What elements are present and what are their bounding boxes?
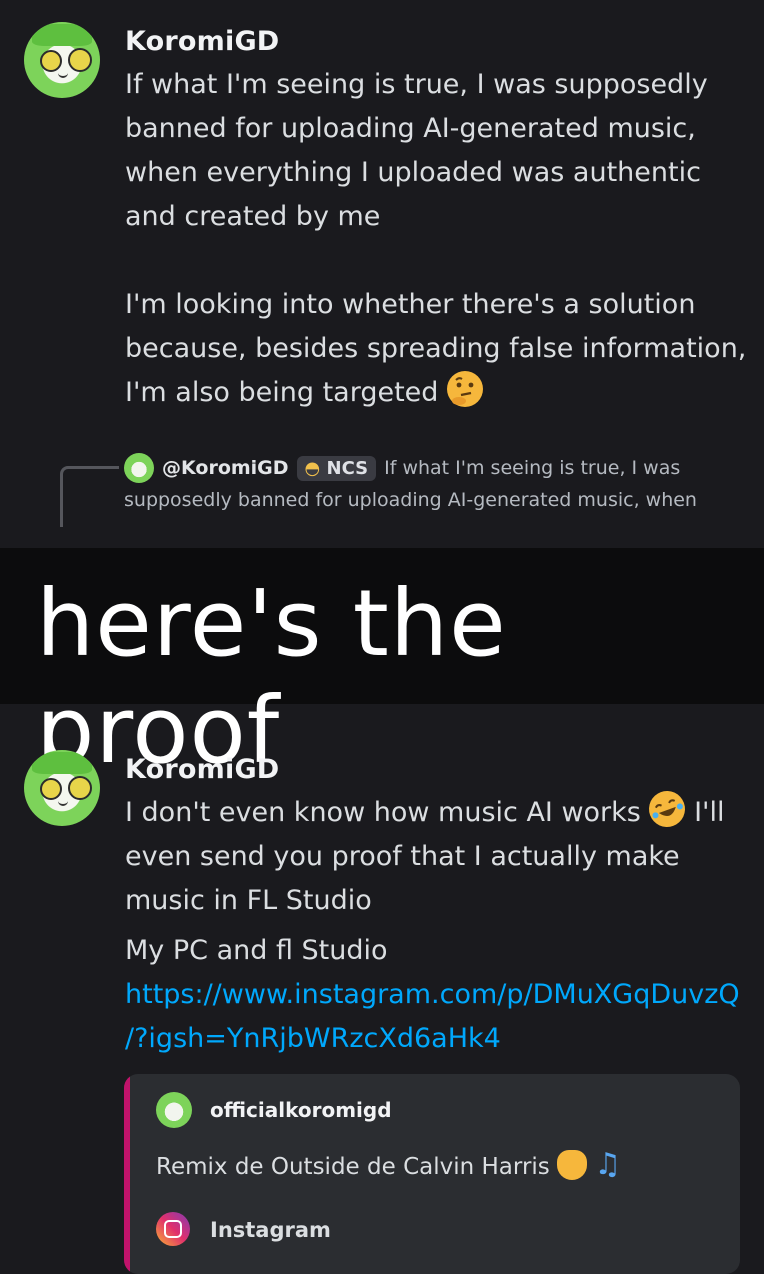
message-line: when everything I uploaded was authentic (125, 157, 701, 188)
message-line: even send you proof that I actually make (125, 841, 680, 872)
message-line: My PC and fl Studio (125, 935, 388, 966)
guild-tag-label: NCS (326, 457, 369, 479)
instagram-link[interactable]: https://www.instagram.com/p/DMuXGqDuvzQ (125, 973, 755, 1017)
embed-description: Remix de Outside de Calvin Harris ♫ (156, 1148, 621, 1184)
music-note-icon: ♫ (594, 1147, 622, 1182)
message-line: I'm looking into whether there's a solut… (125, 289, 696, 320)
embed-accent-bar (124, 1074, 130, 1274)
avatar[interactable] (24, 750, 100, 826)
reply-snippet-continued[interactable]: supposedly banned for uploading AI-gener… (124, 484, 754, 516)
message-username[interactable]: KoromiGD (125, 26, 279, 57)
message-line: If what I'm seeing is true, I was suppos… (125, 69, 708, 100)
cat-icon: ◓ (304, 457, 321, 479)
message-line-text: I'll (694, 797, 725, 828)
caption-text: here's the proof (36, 570, 507, 784)
reply-avatar[interactable] (124, 453, 154, 483)
message-line-text: I'm also being targeted (125, 377, 439, 408)
reply-snippet[interactable]: If what I'm seeing is true, I was (384, 452, 680, 484)
rolling-on-floor-laughing-icon (644, 785, 691, 833)
thinking-face-icon (447, 371, 484, 407)
embed-author-avatar[interactable] (156, 1092, 192, 1128)
message-line: and created by me (125, 201, 381, 232)
guild-tag-badge[interactable]: ◓ NCS (296, 455, 377, 481)
cat-face-icon (557, 1150, 588, 1180)
avatar[interactable] (24, 22, 100, 98)
message-line-text: I don't even know how music AI works (125, 797, 641, 828)
reply-preview[interactable]: @KoromiGD ◓ NCS If what I'm seeing is tr… (124, 452, 754, 516)
link-embed[interactable]: officialkoromigd Remix de Outside de Cal… (124, 1074, 740, 1274)
reply-mention[interactable]: @KoromiGD (162, 452, 289, 484)
message-body: I don't even know how music AI works I'l… (125, 785, 755, 1061)
message-line: I don't even know how music AI works I'l… (125, 785, 755, 835)
reply-connector (60, 466, 119, 527)
embed-author[interactable]: officialkoromigd (210, 1098, 392, 1122)
message-line: music in FL Studio (125, 885, 372, 916)
message-line: I'm also being targeted (125, 371, 755, 415)
embed-description-text: Remix de Outside de Calvin Harris (156, 1154, 550, 1180)
embed-provider[interactable]: Instagram (210, 1218, 331, 1242)
message-line: because, besides spreading false informa… (125, 333, 747, 364)
instagram-logo-icon (156, 1212, 190, 1246)
message-username[interactable]: KoromiGD (125, 754, 279, 785)
instagram-link-continued[interactable]: /?igsh=YnRjbWRzcXd6aHk4 (125, 1017, 755, 1061)
message-line: banned for uploading AI-generated music, (125, 113, 696, 144)
message-body: If what I'm seeing is true, I was suppos… (125, 63, 755, 415)
